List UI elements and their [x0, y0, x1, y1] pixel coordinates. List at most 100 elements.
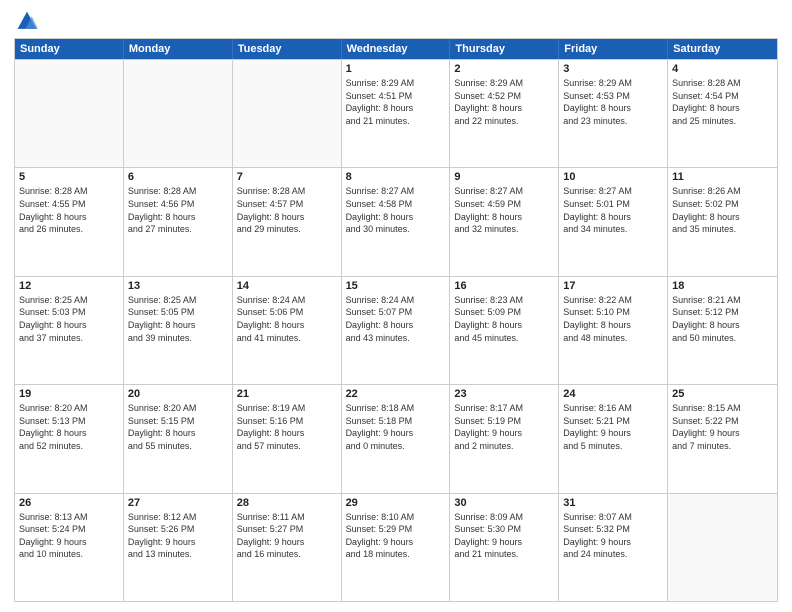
calendar-cell: 24 Sunrise: 8:16 AM Sunset: 5:21 PM Dayli… — [559, 385, 668, 492]
day-info: Sunrise: 8:25 AM Sunset: 5:05 PM Dayligh… — [128, 294, 228, 344]
day-number: 25 — [672, 388, 773, 400]
day-info: Sunrise: 8:13 AM Sunset: 5:24 PM Dayligh… — [19, 511, 119, 561]
day-number: 3 — [563, 63, 663, 75]
day-number: 8 — [346, 171, 446, 183]
calendar-cell: 27 Sunrise: 8:12 AM Sunset: 5:26 PM Dayli… — [124, 494, 233, 601]
day-info: Sunrise: 8:09 AM Sunset: 5:30 PM Dayligh… — [454, 511, 554, 561]
day-info: Sunrise: 8:18 AM Sunset: 5:18 PM Dayligh… — [346, 402, 446, 452]
calendar-cell: 23 Sunrise: 8:17 AM Sunset: 5:19 PM Dayli… — [450, 385, 559, 492]
calendar-cell: 7 Sunrise: 8:28 AM Sunset: 4:57 PM Daylig… — [233, 168, 342, 275]
day-info: Sunrise: 8:26 AM Sunset: 5:02 PM Dayligh… — [672, 185, 773, 235]
calendar-row: 19 Sunrise: 8:20 AM Sunset: 5:13 PM Dayli… — [15, 384, 777, 492]
day-number: 4 — [672, 63, 773, 75]
day-info: Sunrise: 8:29 AM Sunset: 4:52 PM Dayligh… — [454, 77, 554, 127]
calendar-cell: 19 Sunrise: 8:20 AM Sunset: 5:13 PM Dayli… — [15, 385, 124, 492]
calendar-cell: 30 Sunrise: 8:09 AM Sunset: 5:30 PM Dayli… — [450, 494, 559, 601]
weekday-header: Tuesday — [233, 39, 342, 59]
day-info: Sunrise: 8:20 AM Sunset: 5:13 PM Dayligh… — [19, 402, 119, 452]
day-number: 30 — [454, 497, 554, 509]
calendar: SundayMondayTuesdayWednesdayThursdayFrid… — [14, 38, 778, 602]
day-number: 29 — [346, 497, 446, 509]
day-number: 7 — [237, 171, 337, 183]
day-info: Sunrise: 8:16 AM Sunset: 5:21 PM Dayligh… — [563, 402, 663, 452]
day-info: Sunrise: 8:15 AM Sunset: 5:22 PM Dayligh… — [672, 402, 773, 452]
calendar-cell: 9 Sunrise: 8:27 AM Sunset: 4:59 PM Daylig… — [450, 168, 559, 275]
day-info: Sunrise: 8:21 AM Sunset: 5:12 PM Dayligh… — [672, 294, 773, 344]
day-number: 20 — [128, 388, 228, 400]
calendar-cell: 2 Sunrise: 8:29 AM Sunset: 4:52 PM Daylig… — [450, 60, 559, 167]
calendar-row: 5 Sunrise: 8:28 AM Sunset: 4:55 PM Daylig… — [15, 167, 777, 275]
logo-icon — [16, 10, 38, 32]
calendar-cell — [668, 494, 777, 601]
day-number: 6 — [128, 171, 228, 183]
day-number: 17 — [563, 280, 663, 292]
day-info: Sunrise: 8:23 AM Sunset: 5:09 PM Dayligh… — [454, 294, 554, 344]
calendar-header: SundayMondayTuesdayWednesdayThursdayFrid… — [15, 39, 777, 59]
calendar-cell: 10 Sunrise: 8:27 AM Sunset: 5:01 PM Dayli… — [559, 168, 668, 275]
calendar-body: 1 Sunrise: 8:29 AM Sunset: 4:51 PM Daylig… — [15, 59, 777, 601]
calendar-cell: 31Sunrise: 8:07 AM Sunset: 5:32 PM Dayli… — [559, 494, 668, 601]
weekday-header: Friday — [559, 39, 668, 59]
calendar-cell: 13 Sunrise: 8:25 AM Sunset: 5:05 PM Dayli… — [124, 277, 233, 384]
calendar-cell: 14 Sunrise: 8:24 AM Sunset: 5:06 PM Dayli… — [233, 277, 342, 384]
calendar-cell: 4 Sunrise: 8:28 AM Sunset: 4:54 PM Daylig… — [668, 60, 777, 167]
day-number: 23 — [454, 388, 554, 400]
calendar-cell: 29 Sunrise: 8:10 AM Sunset: 5:29 PM Dayli… — [342, 494, 451, 601]
calendar-cell: 15 Sunrise: 8:24 AM Sunset: 5:07 PM Dayli… — [342, 277, 451, 384]
day-number: 12 — [19, 280, 119, 292]
calendar-cell: 6Sunrise: 8:28 AM Sunset: 4:56 PM Daylig… — [124, 168, 233, 275]
calendar-cell — [15, 60, 124, 167]
calendar-cell: 11 Sunrise: 8:26 AM Sunset: 5:02 PM Dayli… — [668, 168, 777, 275]
logo — [14, 14, 38, 32]
calendar-cell: 28Sunrise: 8:11 AM Sunset: 5:27 PM Dayli… — [233, 494, 342, 601]
day-info: Sunrise: 8:27 AM Sunset: 4:59 PM Dayligh… — [454, 185, 554, 235]
day-number: 15 — [346, 280, 446, 292]
day-number: 22 — [346, 388, 446, 400]
weekday-header: Monday — [124, 39, 233, 59]
day-number: 27 — [128, 497, 228, 509]
day-info: Sunrise: 8:20 AM Sunset: 5:15 PM Dayligh… — [128, 402, 228, 452]
day-number: 1 — [346, 63, 446, 75]
day-number: 24 — [563, 388, 663, 400]
calendar-cell — [233, 60, 342, 167]
calendar-cell: 8Sunrise: 8:27 AM Sunset: 4:58 PM Daylig… — [342, 168, 451, 275]
calendar-cell: 21Sunrise: 8:19 AM Sunset: 5:16 PM Dayli… — [233, 385, 342, 492]
day-info: Sunrise: 8:29 AM Sunset: 4:53 PM Dayligh… — [563, 77, 663, 127]
day-number: 26 — [19, 497, 119, 509]
day-info: Sunrise: 8:10 AM Sunset: 5:29 PM Dayligh… — [346, 511, 446, 561]
day-number: 14 — [237, 280, 337, 292]
day-info: Sunrise: 8:12 AM Sunset: 5:26 PM Dayligh… — [128, 511, 228, 561]
calendar-cell: 25 Sunrise: 8:15 AM Sunset: 5:22 PM Dayli… — [668, 385, 777, 492]
day-number: 2 — [454, 63, 554, 75]
day-number: 16 — [454, 280, 554, 292]
day-info: Sunrise: 8:28 AM Sunset: 4:57 PM Dayligh… — [237, 185, 337, 235]
day-number: 19 — [19, 388, 119, 400]
day-number: 5 — [19, 171, 119, 183]
calendar-cell: 1 Sunrise: 8:29 AM Sunset: 4:51 PM Daylig… — [342, 60, 451, 167]
weekday-header: Sunday — [15, 39, 124, 59]
day-number: 13 — [128, 280, 228, 292]
calendar-cell: 18Sunrise: 8:21 AM Sunset: 5:12 PM Dayli… — [668, 277, 777, 384]
calendar-row: 26 Sunrise: 8:13 AM Sunset: 5:24 PM Dayli… — [15, 493, 777, 601]
calendar-cell: 16 Sunrise: 8:23 AM Sunset: 5:09 PM Dayli… — [450, 277, 559, 384]
day-info: Sunrise: 8:24 AM Sunset: 5:07 PM Dayligh… — [346, 294, 446, 344]
day-info: Sunrise: 8:28 AM Sunset: 4:55 PM Dayligh… — [19, 185, 119, 235]
day-number: 9 — [454, 171, 554, 183]
weekday-header: Saturday — [668, 39, 777, 59]
weekday-header: Wednesday — [342, 39, 451, 59]
day-info: Sunrise: 8:24 AM Sunset: 5:06 PM Dayligh… — [237, 294, 337, 344]
calendar-cell: 20 Sunrise: 8:20 AM Sunset: 5:15 PM Dayli… — [124, 385, 233, 492]
header — [14, 10, 778, 32]
calendar-cell — [124, 60, 233, 167]
day-info: Sunrise: 8:28 AM Sunset: 4:54 PM Dayligh… — [672, 77, 773, 127]
day-info: Sunrise: 8:29 AM Sunset: 4:51 PM Dayligh… — [346, 77, 446, 127]
day-info: Sunrise: 8:22 AM Sunset: 5:10 PM Dayligh… — [563, 294, 663, 344]
day-info: Sunrise: 8:17 AM Sunset: 5:19 PM Dayligh… — [454, 402, 554, 452]
calendar-cell: 5 Sunrise: 8:28 AM Sunset: 4:55 PM Daylig… — [15, 168, 124, 275]
day-number: 11 — [672, 171, 773, 183]
day-number: 10 — [563, 171, 663, 183]
day-info: Sunrise: 8:19 AM Sunset: 5:16 PM Dayligh… — [237, 402, 337, 452]
day-info: Sunrise: 8:27 AM Sunset: 5:01 PM Dayligh… — [563, 185, 663, 235]
calendar-cell: 12Sunrise: 8:25 AM Sunset: 5:03 PM Dayli… — [15, 277, 124, 384]
day-number: 31 — [563, 497, 663, 509]
